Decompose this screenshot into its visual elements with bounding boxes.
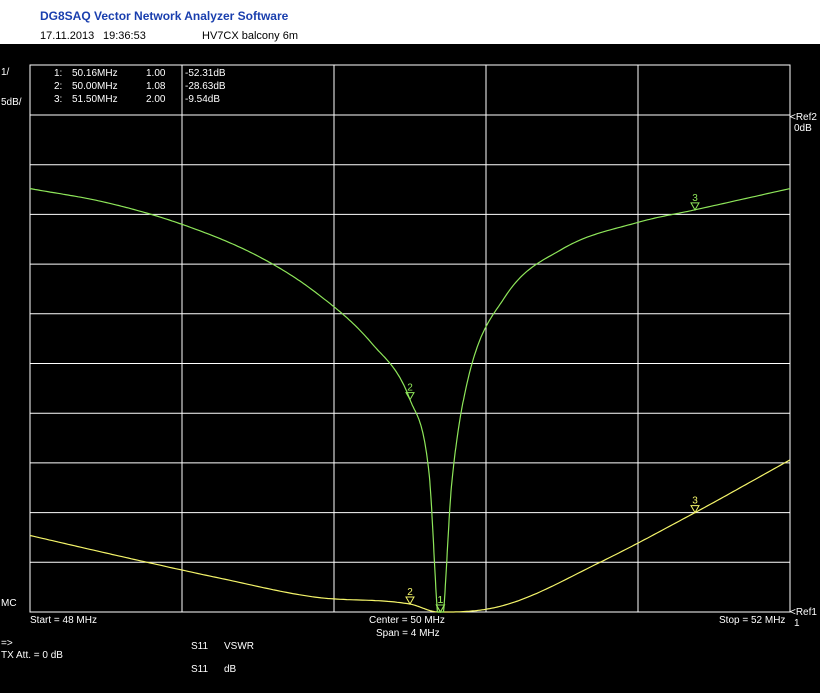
center-frequency: Center = 50 MHz bbox=[369, 615, 445, 626]
ref1-value: 1 bbox=[794, 618, 800, 629]
scale-per-div: 5dB/ bbox=[1, 97, 22, 108]
marker-label: 3 bbox=[692, 496, 698, 507]
scale-label-top: 1/ bbox=[1, 67, 10, 78]
marker-freq: 50.16MHz bbox=[72, 68, 118, 79]
marker-id: 2: bbox=[54, 81, 63, 92]
plot-grid bbox=[29, 64, 791, 613]
ref2-label: <Ref2 bbox=[790, 112, 817, 123]
start-frequency: Start = 48 MHz bbox=[30, 615, 97, 626]
plot-markers: 123123 bbox=[405, 193, 700, 614]
marker-db: -28.63dB bbox=[185, 81, 226, 92]
marker-label: 2 bbox=[407, 383, 413, 394]
marker-freq: 51.50MHz bbox=[72, 94, 118, 105]
marker-db: -52.31dB bbox=[185, 68, 226, 79]
marker-row: 2: 50.00MHz 1.08 -28.63dB bbox=[54, 81, 254, 92]
marker-id: 3: bbox=[54, 94, 63, 105]
plot-border bbox=[29, 64, 791, 613]
ref2-value: 0dB bbox=[794, 123, 812, 134]
marker-label: 3 bbox=[692, 193, 698, 204]
trace1-format: VSWR bbox=[224, 641, 254, 652]
marker-row: 1: 50.16MHz 1.00 -52.31dB bbox=[54, 68, 254, 79]
scale-label-mc: MC bbox=[1, 598, 17, 609]
marker-vswr: 1.08 bbox=[146, 81, 166, 92]
marker-freq: 50.00MHz bbox=[72, 81, 118, 92]
marker-label: 1 bbox=[438, 595, 444, 606]
marker-vswr: 1.00 bbox=[146, 68, 166, 79]
marker-row: 3: 51.50MHz 2.00 -9.54dB bbox=[54, 94, 254, 105]
marker-vswr: 2.00 bbox=[146, 94, 166, 105]
trace2-format: dB bbox=[224, 664, 237, 675]
marker-label: 2 bbox=[407, 587, 413, 598]
marker-id: 1: bbox=[54, 68, 63, 79]
trace2-param: S11 bbox=[191, 664, 209, 675]
marker-db: -9.54dB bbox=[185, 94, 221, 105]
arrow-indicator: => bbox=[1, 638, 13, 649]
span-frequency: Span = 4 MHz bbox=[376, 628, 440, 639]
tx-attenuation: TX Att. = 0 dB bbox=[1, 650, 63, 661]
trace1-param: S11 bbox=[191, 641, 209, 652]
stop-frequency: Stop = 52 MHz bbox=[719, 615, 786, 626]
ref1-label: <Ref1 bbox=[790, 607, 817, 618]
